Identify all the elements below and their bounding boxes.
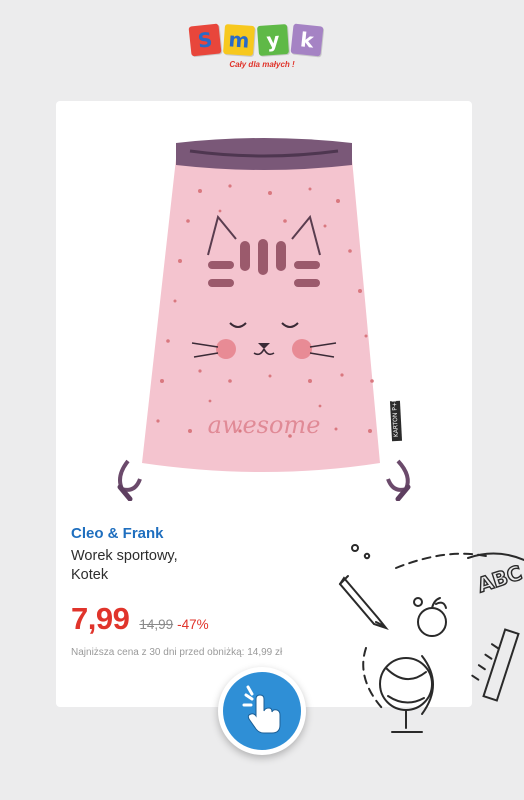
product-brand: Cleo & Frank xyxy=(71,525,164,542)
logo-tagline: Cały dla małych ! xyxy=(229,60,295,69)
tap-to-open-button[interactable] xyxy=(218,667,306,755)
price-row: 7,99 14,99 -47% xyxy=(71,601,209,637)
discount-badge: -47% xyxy=(177,617,209,632)
logo-letter-k: k xyxy=(290,23,324,57)
tap-hand-icon xyxy=(242,685,281,734)
logo-letter-s: S xyxy=(188,23,222,57)
product-name: Worek sportowy, Kotek xyxy=(71,548,178,583)
logo-letter-y: y xyxy=(256,23,290,57)
lowest-price-note: Najniższa cena z 30 dni przed obniżką: 1… xyxy=(71,647,283,658)
smyk-logo: S m y k Cały dla małych ! xyxy=(188,18,334,78)
abc-doodle-text: ABC xyxy=(474,560,524,597)
current-price: 7,99 xyxy=(71,601,130,636)
old-price: 14,99 xyxy=(139,617,174,632)
school-doodles-illustration: ABC xyxy=(338,544,524,733)
product-image: KARTON P+P awesome xyxy=(117,138,411,501)
logo-letter-m: m xyxy=(222,23,256,57)
bag-print-text: awesome xyxy=(208,411,321,439)
